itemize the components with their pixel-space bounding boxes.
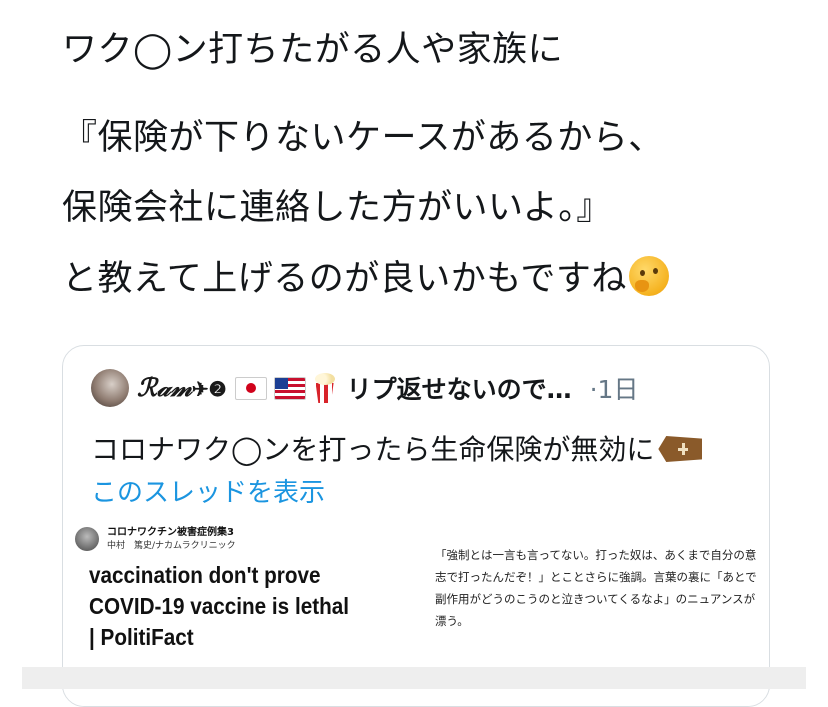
tweet-line-3: 保険会社に連絡した方がいいよ。』: [62, 188, 612, 228]
preview-avatar: [75, 527, 99, 551]
quoted-tweet-body-text: コロナワク◯ンを打ったら生命保険が無効に: [91, 433, 655, 466]
tweet-line-2: 『保険が下りないケースがあるから、: [62, 118, 664, 158]
preview-quote-text: 「強制とは一言も言ってない。打った奴は、あくまで自分の意志で打ったんだぞ！」とこ…: [435, 548, 757, 628]
avatar[interactable]: [91, 369, 129, 407]
quoted-user-title: リプ返せないので…: [346, 375, 572, 404]
usa-flag-icon: [273, 376, 306, 400]
thinking-face-icon: [628, 256, 669, 296]
quoted-tweet-body: コロナワク◯ンを打ったら生命保険が無効に: [91, 428, 703, 468]
coffin-icon: [658, 436, 703, 462]
japan-flag-icon: [234, 376, 267, 400]
preview-account-sub: 中村 篤史/ナカムラクリニック: [107, 541, 236, 551]
tweet-line-1: ワク◯ン打ちたがる人や家族に: [62, 30, 564, 70]
preview-account-name: コロナワクチン被害症例集3: [107, 527, 234, 538]
quoted-tweet-card[interactable]: ℛ𝒶𝓂✈❷ リプ返せないので… ·1日 コロナワク◯ンを打ったら生命保険が無効に…: [62, 345, 770, 707]
name-emoji-group: [234, 373, 337, 403]
tweet-line-4: と教えて上げるのが良いかもですね: [62, 256, 669, 300]
popcorn-icon: [313, 373, 337, 403]
preview-headline: vaccination don't prove COVID-19 vaccine…: [89, 562, 350, 650]
quoted-tweet-time[interactable]: ·1日: [590, 370, 639, 406]
quoted-tweet-header: ℛ𝒶𝓂✈❷ リプ返せないので… ·1日: [91, 368, 638, 408]
bottom-divider: [22, 667, 806, 689]
quoted-user-name[interactable]: ℛ𝒶𝓂✈❷: [137, 373, 227, 403]
tweet-line-4-text: と教えて上げるのが良いかもですね: [62, 259, 627, 299]
show-thread-link[interactable]: このスレッドを表示: [91, 472, 325, 509]
